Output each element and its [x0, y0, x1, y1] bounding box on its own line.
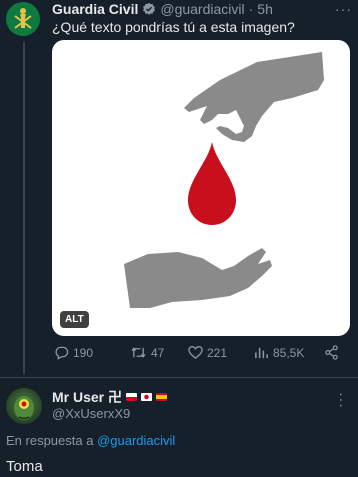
lower-hand-shape: [124, 248, 272, 308]
retweet-icon: [131, 347, 146, 358]
tweet-header: Guardia Civil @guardiacivil · 5h: [52, 0, 336, 18]
flag-icon-red-white: [126, 393, 138, 401]
tweet-divider: [0, 377, 358, 378]
heart-icon: [188, 346, 203, 359]
upper-hand-shape: [184, 52, 324, 142]
reply-more-options-icon[interactable]: ···: [334, 392, 350, 409]
guardia-civil-emblem-icon: [14, 8, 32, 29]
plankton-avatar-icon: [14, 396, 34, 420]
views-chart-icon: [255, 347, 268, 359]
share-icon: [325, 345, 338, 360]
views-button[interactable]: 85,5K: [254, 345, 304, 360]
reply-button[interactable]: 190: [54, 345, 93, 360]
author-name[interactable]: Guardia Civil: [52, 1, 138, 17]
alt-text-badge[interactable]: ALT: [60, 311, 89, 328]
guardia-civil-avatar[interactable]: [6, 2, 40, 36]
verified-badge-icon: [143, 2, 156, 15]
flag-icon-japan: [141, 393, 153, 401]
like-count: 221: [207, 345, 228, 360]
reply-author-handle[interactable]: @XxUserxX9: [52, 406, 130, 421]
in-reply-mention-link[interactable]: @guardiacivil: [97, 433, 175, 448]
like-button[interactable]: 221: [188, 345, 227, 360]
thread-connector-line: [23, 42, 25, 374]
blood-drop-shape: [188, 142, 236, 225]
tweet-text: ¿Qué texto pondrías tú a esta imagen?: [52, 19, 295, 35]
reply-tweet-text: Toma: [6, 458, 43, 475]
reply-count: 190: [73, 345, 94, 360]
tweet-actions: 190 47 221 85,5K: [52, 345, 342, 365]
flag-icon-spain: [156, 393, 168, 401]
reply-icon: [55, 346, 69, 360]
separator-dot: ·: [248, 1, 254, 17]
blood-donation-illustration: [124, 52, 324, 308]
mr-user-avatar[interactable]: [6, 388, 42, 424]
in-reply-to-line: En respuesta a @guardiacivil: [6, 433, 175, 448]
reply-author-name[interactable]: Mr User 卍: [52, 387, 122, 407]
retweet-count: 47: [151, 345, 165, 360]
author-handle[interactable]: @guardiacivil: [160, 1, 244, 17]
views-count: 85,5K: [273, 345, 305, 360]
more-options-icon[interactable]: ···: [335, 1, 352, 17]
tweet-image[interactable]: ALT: [52, 40, 350, 336]
retweet-button[interactable]: 47: [130, 345, 164, 360]
in-reply-prefix: En respuesta a: [6, 433, 94, 448]
share-button[interactable]: [324, 345, 339, 360]
tweet-time[interactable]: 5h: [257, 1, 273, 17]
reply-author-row: Mr User 卍: [52, 387, 168, 407]
